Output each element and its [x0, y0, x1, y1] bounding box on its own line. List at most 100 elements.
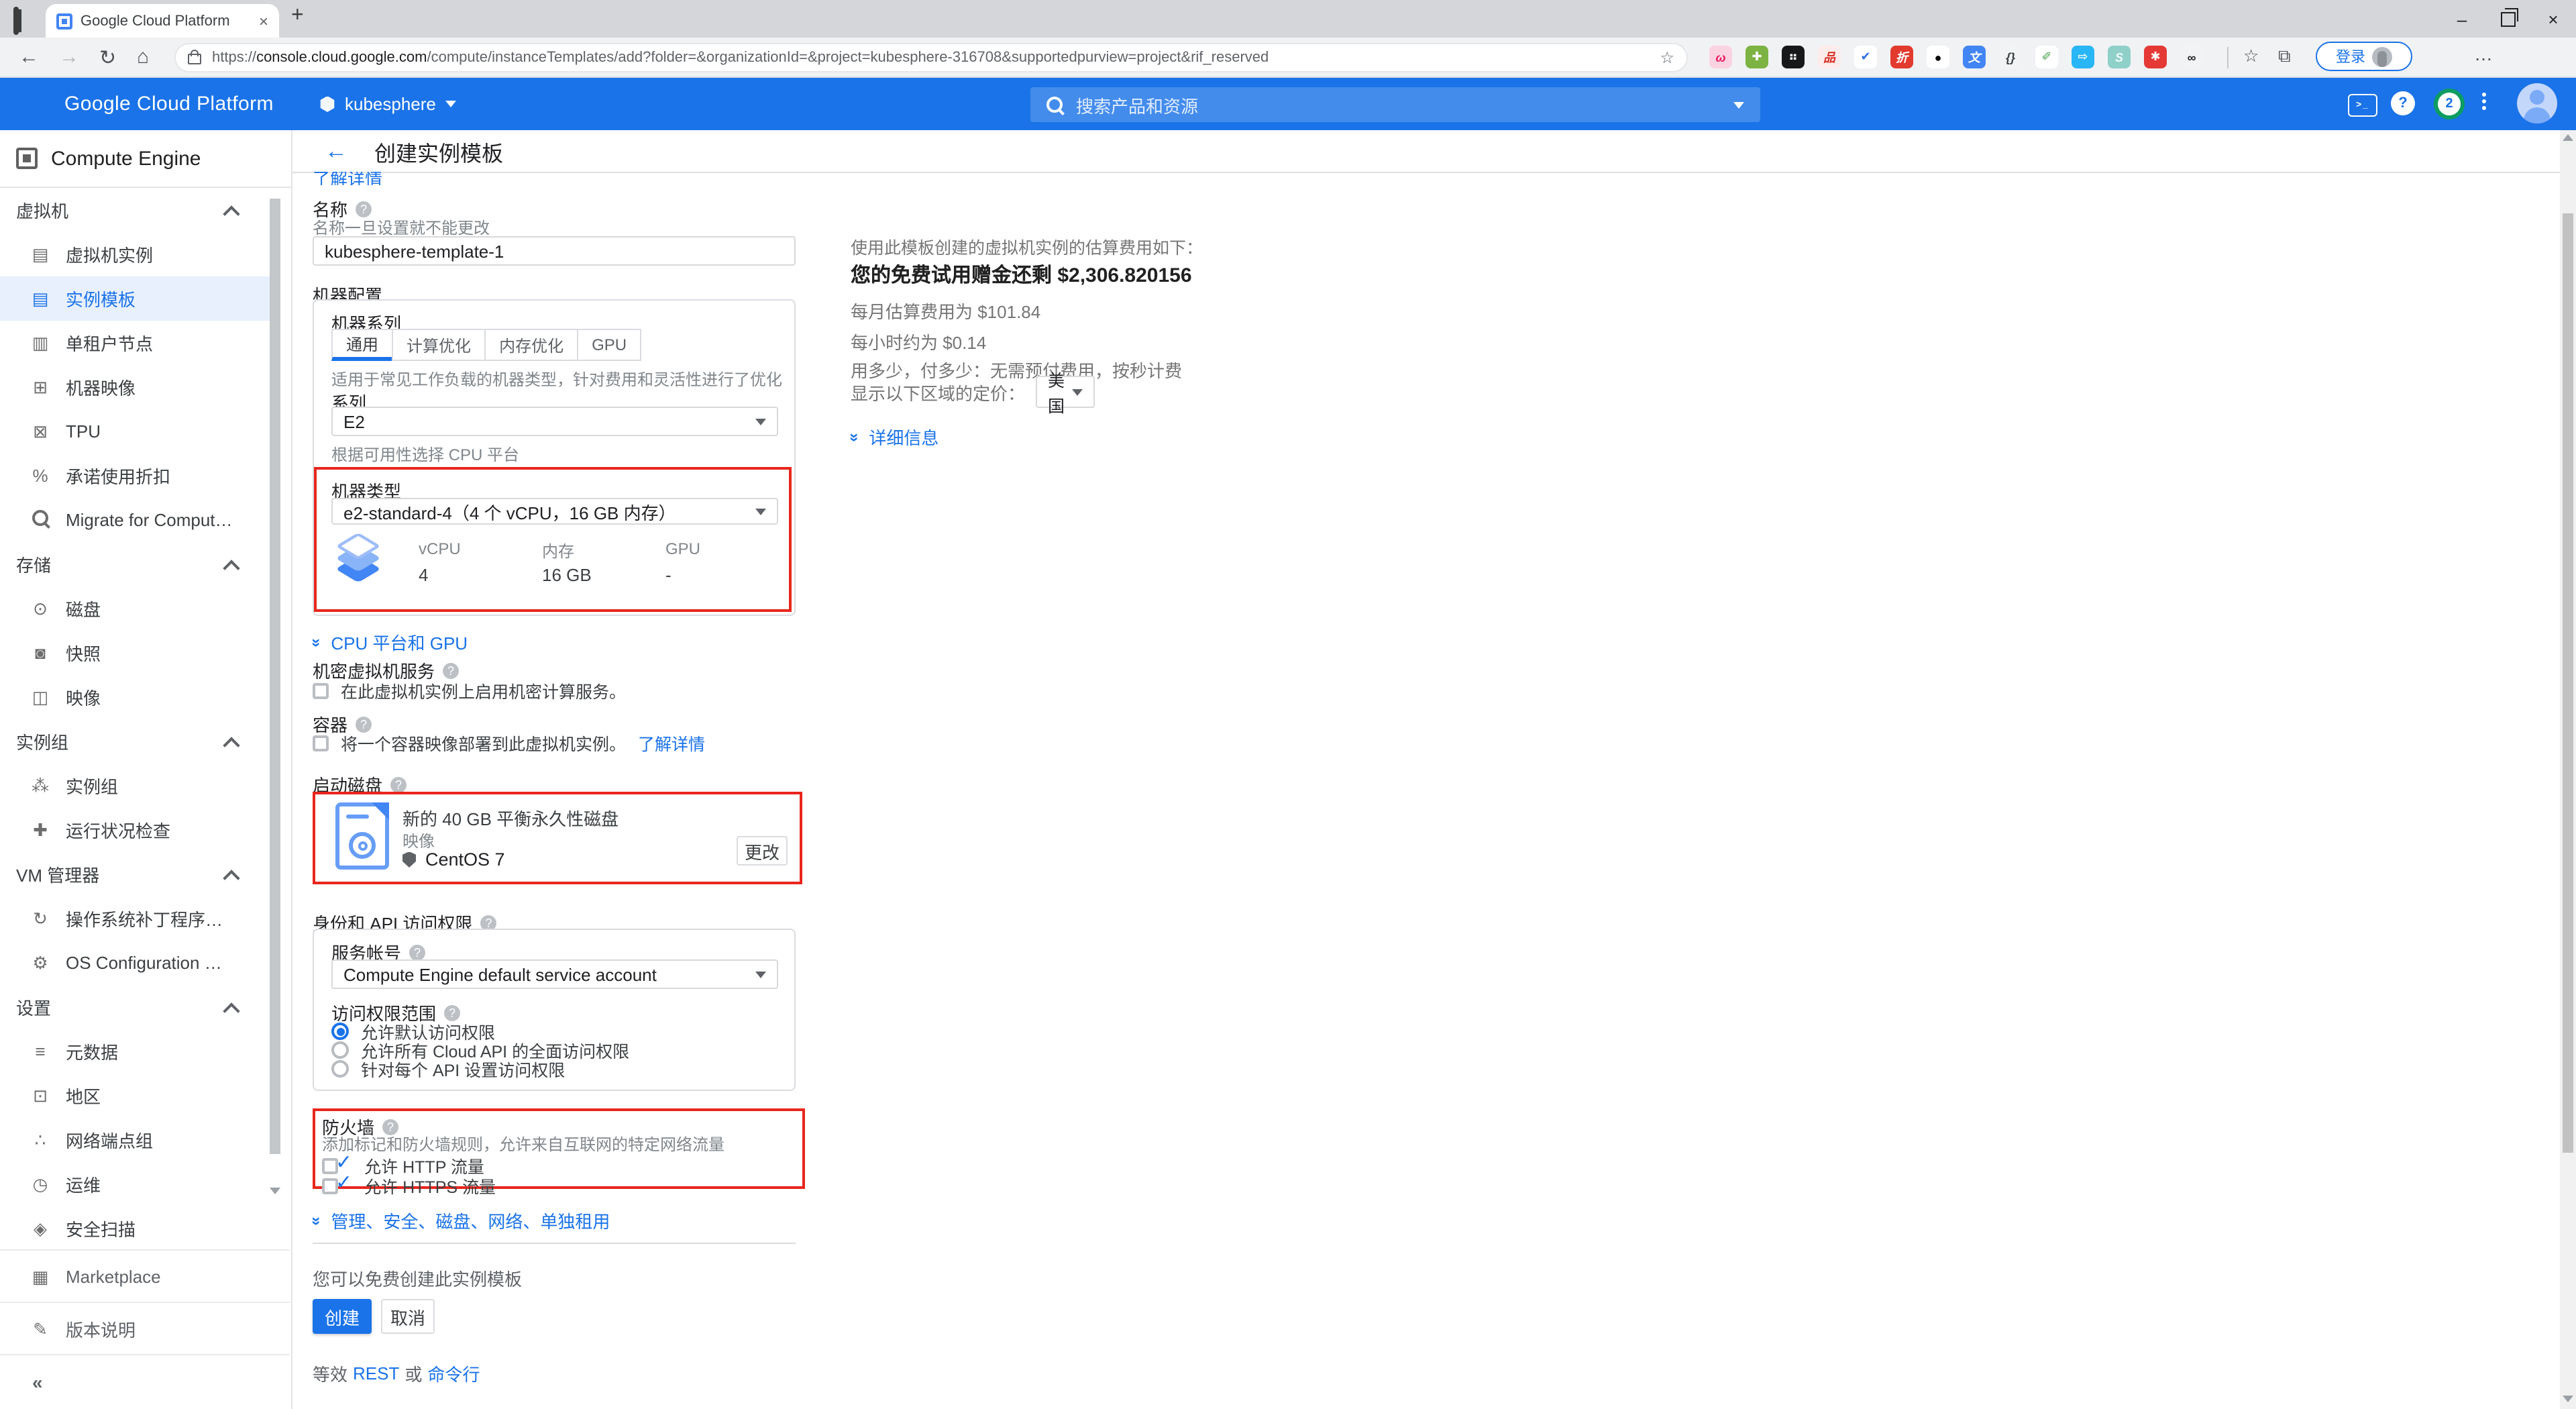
learn-more-link[interactable]: 了解详情 [313, 172, 382, 185]
container-learn-more-link[interactable]: 了解详情 [638, 730, 705, 755]
braces-extension-icon[interactable]: {} [1999, 46, 2022, 68]
sidebar-section-vm-manager[interactable]: VM 管理器 [0, 852, 291, 896]
share-doc-extension-icon[interactable]: ⇨ [2072, 46, 2094, 68]
create-button[interactable]: 创建 [313, 1299, 372, 1334]
browser-menu-icon[interactable]: … [2474, 43, 2493, 64]
machine-type-dropdown[interactable]: e2-standard-4（4 个 vCPU，16 GB 内存） [331, 498, 778, 525]
tab-close-icon[interactable]: × [259, 11, 268, 30]
sidebar-item-committed-use[interactable]: %承诺使用折扣 [0, 454, 291, 498]
collections-icon[interactable]: ⧉ [2278, 46, 2291, 67]
page-scrollbar[interactable] [2560, 130, 2576, 1409]
stop-hand-extension-icon[interactable]: ✱ [2144, 46, 2167, 68]
radio-icon[interactable] [331, 1060, 349, 1078]
browser-tab[interactable]: Google Cloud Platform × [46, 4, 279, 38]
search-chevron-icon[interactable] [1733, 101, 1744, 108]
avatar[interactable] [2517, 83, 2557, 123]
home-icon[interactable]: ⌂ [137, 46, 149, 68]
series-dropdown[interactable]: E2 [331, 407, 778, 436]
sidebar-item-machine-images[interactable]: ⊞机器映像 [0, 365, 291, 409]
region-dropdown[interactable]: 美国 [1036, 376, 1095, 408]
checkbox-unchecked[interactable] [313, 735, 329, 751]
chevron-up-icon[interactable] [223, 737, 239, 753]
sidebar-item-zones[interactable]: ⊡地区 [0, 1074, 291, 1118]
help-icon[interactable]: ? [443, 662, 459, 678]
vertical-tabs-icon[interactable] [13, 9, 19, 34]
sidebar-collapse-button[interactable]: « [0, 1355, 290, 1408]
tab-compute-optimized[interactable]: 计算优化 [392, 329, 486, 361]
scroll-up-icon[interactable] [2563, 134, 2573, 141]
dark-reader-extension-icon[interactable]: ● [1927, 46, 1949, 68]
infinity-extension-icon[interactable]: ∞ [2180, 46, 2203, 68]
global-search-input[interactable]: 搜索产品和资源 [1030, 87, 1760, 122]
reload-icon[interactable]: ↻ [99, 46, 116, 70]
project-selector[interactable]: kubesphere [319, 94, 456, 114]
container-checkbox-row[interactable]: 将一个容器映像部署到此虚拟机实例。 了解详情 [313, 730, 705, 755]
sidebar-item-network-endpoint-groups[interactable]: ∴网络端点组 [0, 1118, 291, 1162]
new-tab-button[interactable]: + [291, 4, 304, 28]
sidebar-item-sole-tenant-nodes[interactable]: ▥单租户节点 [0, 321, 291, 365]
sidebar-item-release-notes[interactable]: ✎版本说明 [0, 1303, 290, 1355]
chevron-up-icon[interactable] [223, 560, 239, 576]
url-text[interactable]: https://console.cloud.google.com/compute… [212, 50, 1269, 66]
window-close-button[interactable]: × [2530, 0, 2576, 38]
scroll-down-icon[interactable] [2563, 1396, 2573, 1402]
sidebar-item-instance-templates[interactable]: ▤实例模板 [0, 276, 270, 321]
login-button[interactable]: 登录 [2316, 42, 2412, 71]
tab-gpu[interactable]: GPU [577, 329, 641, 361]
service-account-dropdown[interactable]: Compute Engine default service account [331, 959, 778, 989]
sidebar-section-instance-groups[interactable]: 实例组 [0, 719, 291, 764]
radio-per-api-access[interactable]: 针对每个 API 设置访问权限 [331, 1056, 565, 1082]
back-icon[interactable]: ← [19, 46, 39, 68]
sidebar-item-disks[interactable]: ⊙磁盘 [0, 586, 291, 631]
window-restore-button[interactable] [2485, 0, 2530, 38]
cloud-shell-icon[interactable]: >_ [2348, 94, 2377, 117]
sidebar-item-security-scans[interactable]: ◈安全扫描 [0, 1206, 291, 1251]
help-icon[interactable]: ? [2391, 91, 2415, 115]
help-icon[interactable]: ? [390, 776, 407, 792]
address-bar[interactable]: https://console.cloud.google.com/compute… [174, 43, 1688, 72]
sidebar-item-migrate[interactable]: Migrate for Compute Engi... [0, 498, 291, 542]
favorites-icon[interactable]: ☆ [2243, 46, 2259, 67]
sidebar-item-operations[interactable]: ◷运维 [0, 1162, 291, 1206]
panda-extension-icon[interactable]: ⠶ [1782, 46, 1805, 68]
sidebar-item-metadata[interactable]: ≡元数据 [0, 1029, 291, 1074]
management-sections-link[interactable]: » 管理、安全、磁盘、网络、单独租用 [313, 1208, 610, 1233]
scrollbar-thumb[interactable] [2563, 213, 2573, 1153]
sidebar-item-marketplace[interactable]: ▦Marketplace [0, 1251, 290, 1303]
sidebar-section-storage[interactable]: 存储 [0, 542, 291, 586]
sidebar-scrollbar[interactable] [270, 199, 280, 1154]
cancel-button[interactable]: 取消 [381, 1299, 435, 1334]
s-extension-icon[interactable]: S [2108, 46, 2131, 68]
checkbox-unchecked[interactable] [313, 682, 329, 698]
sidebar-item-patch-management[interactable]: ↻操作系统补丁程序管理 [0, 896, 291, 941]
cpu-platform-gpu-link[interactable]: » CPU 平台和 GPU [313, 629, 468, 655]
sidebar-item-tpu[interactable]: ⊠TPU [0, 409, 291, 454]
window-minimize-button[interactable]: – [2439, 0, 2485, 38]
coupon-extension-icon[interactable]: 折 [1890, 46, 1913, 68]
sidebar-item-os-config[interactable]: ⚙OS Configuration Manage... [0, 941, 291, 985]
sidebar-item-snapshots[interactable]: ◙快照 [0, 631, 291, 675]
tab-general-purpose[interactable]: 通用 [331, 329, 393, 361]
translate-extension-icon[interactable]: 文 [1963, 46, 1986, 68]
help-icon[interactable]: ? [409, 944, 425, 960]
sidebar-item-health-checks[interactable]: ✚运行状况检查 [0, 808, 291, 852]
green-plus-extension-icon[interactable]: ✚ [1746, 46, 1768, 68]
chevron-up-icon[interactable] [223, 205, 239, 222]
org-chart-extension-icon[interactable]: 品 [1818, 46, 1841, 68]
command-line-link[interactable]: 命令行 [427, 1361, 480, 1386]
forward-icon[interactable]: → [59, 46, 79, 68]
allow-https-checkbox-row[interactable]: ✓ 允许 HTTPS 流量 [322, 1173, 496, 1198]
sidebar-item-images[interactable]: ◫映像 [0, 675, 291, 719]
rest-link[interactable]: REST [353, 1363, 399, 1384]
chevron-up-icon[interactable] [223, 1002, 239, 1019]
pink-cat-extension-icon[interactable]: ω [1709, 46, 1732, 68]
sidebar-section-vm[interactable]: 虚拟机 [0, 188, 291, 232]
help-icon[interactable]: ? [356, 201, 372, 217]
check-extension-icon[interactable]: ✔ [1854, 46, 1877, 68]
chevron-up-icon[interactable] [223, 870, 239, 886]
pricing-details-link[interactable]: » 详细信息 [851, 424, 938, 450]
person-extension-icon[interactable]: ✐ [2035, 46, 2058, 68]
sidebar-item-vm-instances[interactable]: ▤虚拟机实例 [0, 232, 291, 276]
confidential-vm-checkbox-row[interactable]: 在此虚拟机实例上启用机密计算服务。 [313, 678, 626, 703]
back-arrow-icon[interactable]: ← [325, 138, 347, 164]
